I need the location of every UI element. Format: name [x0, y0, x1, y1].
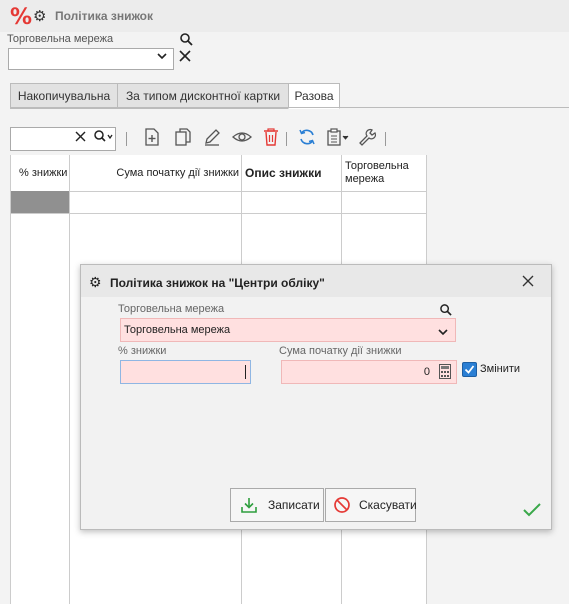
clear-icon[interactable] [179, 49, 191, 67]
edit-icon[interactable] [203, 128, 221, 151]
toolbar-separator [286, 132, 287, 146]
column-header-start-amount[interactable]: Сума початку дії знижки [70, 155, 242, 192]
save-icon [240, 496, 258, 517]
change-checkbox[interactable] [462, 362, 477, 377]
discount-dialog: ⚙ Політика знижок на "Центри обліку" Тор… [80, 264, 552, 530]
text-caret [245, 365, 246, 379]
search-icon[interactable] [440, 304, 452, 319]
delete-icon[interactable] [263, 128, 279, 151]
table-row[interactable] [70, 191, 426, 214]
table-row-indicator[interactable] [11, 191, 69, 214]
grid-column [11, 155, 70, 604]
gear-icon: ⚙ [89, 274, 102, 290]
tab-one-time[interactable]: Разова [288, 83, 340, 109]
view-icon[interactable] [232, 128, 252, 151]
tab-card-type[interactable]: За типом дисконтної картки [117, 83, 289, 109]
percent-field-label: % знижки [118, 345, 167, 357]
clear-search-icon[interactable] [75, 131, 86, 145]
network-select-value: Торговельна мережа [124, 324, 231, 336]
window-title: Політика знижок [55, 9, 154, 23]
column-header-network[interactable]: Торговельна мережа [342, 155, 427, 192]
grid-search-input[interactable] [10, 127, 116, 151]
cancel-button[interactable]: Скасувати [325, 488, 417, 522]
gear-icon[interactable]: ⚙ [33, 7, 46, 25]
toolbar-separator [126, 132, 127, 146]
amount-field-label: Сума початку дії знижки [279, 345, 402, 357]
percent-input[interactable] [120, 360, 251, 384]
column-header-description[interactable]: Опис знижки [242, 155, 342, 192]
wrench-icon[interactable] [357, 128, 377, 151]
search-options-icon[interactable] [94, 130, 114, 146]
close-icon[interactable] [522, 275, 534, 290]
save-button[interactable]: Записати [230, 488, 324, 522]
amount-input[interactable]: 0 [281, 360, 457, 384]
clipboard-menu-icon[interactable] [326, 128, 352, 151]
add-icon[interactable] [144, 128, 160, 151]
network-filter-label: Торговельна мережа [7, 33, 114, 45]
chevron-down-icon [438, 325, 448, 339]
calculator-icon[interactable] [439, 364, 451, 382]
cancel-icon [333, 496, 351, 517]
column-header-percent[interactable]: % знижки [11, 155, 70, 192]
dialog-title: Політика знижок на "Центри обліку" [110, 276, 325, 290]
change-checkbox-label: Змінити [480, 363, 521, 375]
tab-divider [10, 107, 569, 108]
copy-icon[interactable] [174, 128, 192, 151]
network-select[interactable]: Торговельна мережа [120, 318, 456, 342]
search-icon[interactable] [180, 33, 193, 49]
tab-cumulative[interactable]: Накопичувальна [10, 83, 118, 109]
percent-icon: % [10, 5, 33, 30]
refresh-icon[interactable] [298, 128, 316, 151]
chevron-down-icon [157, 51, 167, 63]
network-filter-select[interactable] [8, 48, 174, 70]
toolbar-separator [385, 132, 386, 146]
checkmark-icon [523, 503, 541, 520]
network-field-label: Торговельна мережа [118, 303, 225, 315]
